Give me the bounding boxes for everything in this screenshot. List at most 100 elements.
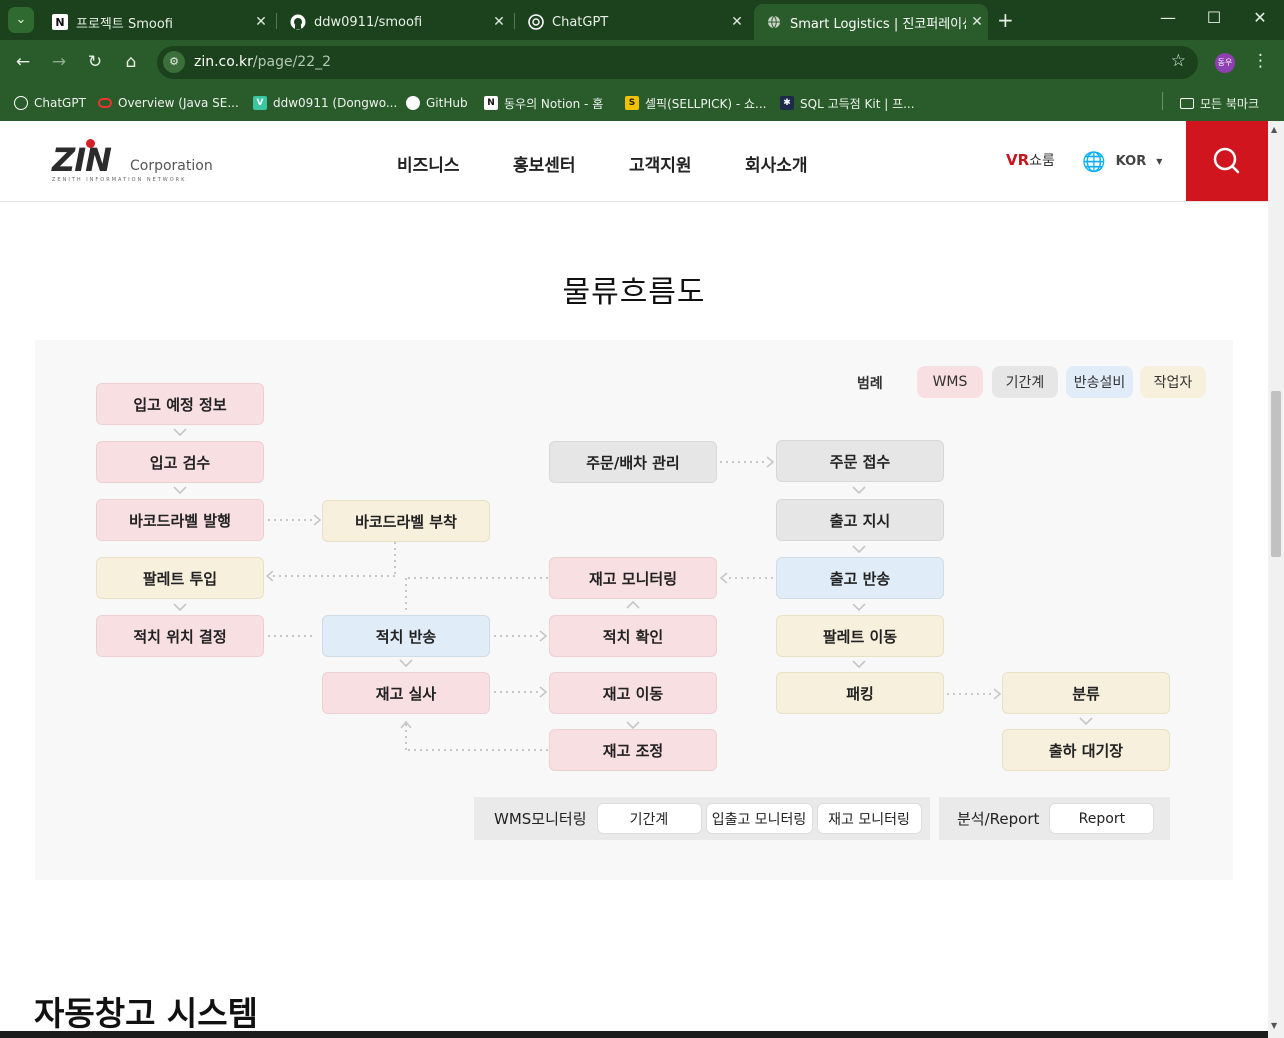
all-bookmarks[interactable]: 모든 북마크 [1180, 93, 1259, 113]
section-title-asrs: 자동창고 시스템 [34, 994, 259, 1033]
node-barcode-attach: 바코드라벨 부착 [322, 500, 490, 542]
web-page: ZIN Corporation ZENITH INFORMATION NETWO… [0, 121, 1268, 1038]
profile-avatar[interactable]: 동우 [1215, 53, 1235, 73]
forward-icon[interactable]: → [48, 52, 70, 72]
legend-title: 범례 [857, 376, 883, 392]
bookmark-star-icon[interactable]: ☆ [1171, 51, 1186, 71]
bookmark-divider [1162, 92, 1163, 110]
github-icon [290, 14, 306, 30]
bookmark-label: GitHub [426, 96, 468, 110]
bookmark-chatgpt[interactable]: ChatGPT [14, 93, 86, 113]
maximize-icon[interactable]: ☐ [1199, 8, 1229, 27]
new-tab-icon[interactable]: + [997, 8, 1014, 32]
vr-logo: VR [1006, 151, 1030, 169]
browser-chrome: ⌄ N 프로젝트 Smoofi ✕ ddw0911/smoofi ✕ ChatG… [0, 0, 1284, 121]
nav-business[interactable]: 비즈니스 [397, 151, 460, 176]
chatgpt-icon [528, 14, 544, 30]
logo-tagline: ZENITH INFORMATION NETWORK [52, 177, 187, 183]
site-info-icon[interactable]: ⚙ [163, 51, 185, 73]
globe-icon: 🌐 [1082, 151, 1106, 173]
tab-divider [514, 13, 515, 29]
url-text: zin.co.kr/page/22_2 [194, 54, 331, 70]
minimize-icon[interactable]: — [1153, 8, 1183, 27]
address-bar[interactable]: ⚙ zin.co.kr/page/22_2 ☆ [157, 46, 1198, 79]
github-icon [406, 96, 420, 110]
inventory-monitoring-button[interactable]: 재고 모니터링 [816, 803, 922, 834]
bookmark-ddw0911[interactable]: Vddw0911 (Dongwo... [253, 93, 397, 113]
scroll-down-icon[interactable]: ▼ [1271, 1021, 1277, 1030]
report-button[interactable]: Report [1049, 803, 1155, 834]
search-button[interactable] [1186, 121, 1268, 201]
report-label: 분석/Report [957, 810, 1040, 828]
sellpick-icon: S [625, 96, 639, 110]
bookmark-github[interactable]: GitHub [406, 93, 468, 113]
tab-chatgpt[interactable]: ChatGPT ✕ [516, 4, 748, 40]
programmers-icon: ✱ [780, 96, 794, 110]
core-system-button[interactable]: 기간계 [596, 803, 702, 834]
node-inventory-adjust: 재고 조정 [549, 729, 717, 771]
bookmark-java-se[interactable]: Overview (Java SE... [98, 93, 239, 113]
search-icon [1213, 147, 1240, 174]
bookmarks-bar: ChatGPT Overview (Java SE... Vddw0911 (D… [0, 85, 1284, 121]
close-tab-icon[interactable]: ✕ [488, 14, 510, 30]
node-inbound-plan: 입고 예정 정보 [96, 383, 264, 425]
tab-strip: ⌄ N 프로젝트 Smoofi ✕ ddw0911/smoofi ✕ ChatG… [0, 0, 1284, 40]
node-barcode-issue: 바코드라벨 발행 [96, 499, 264, 541]
tab-title: 프로젝트 Smoofi [76, 16, 173, 32]
node-location-decision: 적치 위치 결정 [96, 615, 264, 657]
node-outbound-order: 출고 지시 [776, 499, 944, 541]
vr-showroom-link[interactable]: VR쇼룸 [1006, 150, 1055, 170]
node-inbound-inspection: 입고 검수 [96, 441, 264, 483]
node-outbound-transport: 출고 반송 [776, 557, 944, 599]
back-icon[interactable]: ← [12, 52, 34, 72]
notion-icon: N [484, 96, 498, 110]
tab-title: ChatGPT [552, 14, 609, 30]
nav-company[interactable]: 회사소개 [745, 151, 808, 176]
reload-icon[interactable]: ↻ [84, 52, 106, 72]
scroll-up-icon[interactable]: ▲ [1271, 125, 1277, 134]
menu-kebab-icon[interactable]: ⋮ [1252, 51, 1269, 71]
site-header: ZIN Corporation ZENITH INFORMATION NETWO… [0, 121, 1268, 202]
language-selector[interactable]: 🌐 KOR ▼ [1082, 150, 1162, 173]
node-pallet-move: 팔레트 이동 [776, 615, 944, 657]
logistics-flow-diagram: 범례 WMS 기간계 반송설비 작업자 입고 예정 정보 입고 검수 바코드라벨… [35, 340, 1233, 880]
close-tab-icon[interactable]: ✕ [250, 14, 272, 30]
language-label: KOR [1115, 154, 1147, 169]
nav-pr-center[interactable]: 홍보센터 [513, 151, 576, 176]
node-inventory-monitoring: 재고 모니터링 [549, 557, 717, 599]
close-window-icon[interactable]: ✕ [1245, 8, 1275, 27]
scroll-thumb[interactable] [1271, 391, 1281, 557]
io-monitoring-button[interactable]: 입출고 모니터링 [705, 803, 813, 834]
bookmark-label: 동우의 Notion - 홈 [504, 96, 604, 111]
logo-corporation: Corporation [130, 158, 213, 174]
bookmark-label: 모든 북마크 [1200, 96, 1260, 111]
bookmark-label: ddw0911 (Dongwo... [273, 96, 398, 110]
close-tab-icon[interactable]: ✕ [726, 14, 748, 30]
node-putaway-confirm: 적치 확인 [549, 615, 717, 657]
bookmark-notion[interactable]: N 동우의 Notion - 홈 [484, 93, 603, 113]
home-icon[interactable]: ⌂ [120, 52, 142, 72]
tab-github[interactable]: ddw0911/smoofi ✕ [278, 4, 510, 40]
node-shipping-standby: 출하 대기장 [1002, 729, 1170, 771]
nav-support[interactable]: 고객지원 [629, 151, 692, 176]
report-box: 분석/Report Report [939, 797, 1170, 840]
legend-conveyor: 반송설비 [1066, 366, 1133, 398]
bookmark-sql-kit[interactable]: ✱ SQL 고득점 Kit | 프... [780, 93, 915, 113]
bookmark-label: ChatGPT [34, 96, 86, 110]
bookmark-label: SQL 고득점 Kit | 프... [800, 96, 915, 111]
tab-smart-logistics[interactable]: Smart Logistics | 진코퍼레이션 ✕ [754, 4, 988, 40]
site-logo[interactable]: ZIN Corporation ZENITH INFORMATION NETWO… [52, 139, 213, 183]
tab-search-icon[interactable]: ⌄ [8, 7, 34, 33]
node-inventory-audit: 재고 실사 [322, 672, 490, 714]
notion-icon: N [52, 14, 68, 30]
tab-divider [276, 13, 277, 29]
close-tab-icon[interactable]: ✕ [966, 14, 988, 30]
caret-down-icon: ▼ [1156, 157, 1163, 166]
wms-monitoring-box: WMS모니터링 기간계 입출고 모니터링 재고 모니터링 [474, 797, 930, 840]
bookmark-sellpick[interactable]: S 셀픽(SELLPICK) - 쇼... [625, 93, 766, 113]
tab-notion[interactable]: N 프로젝트 Smoofi ✕ [40, 4, 272, 40]
node-inventory-move: 재고 이동 [549, 672, 717, 714]
globe-icon [766, 14, 782, 30]
page-scrollbar[interactable]: ▲ ▼ [1268, 121, 1284, 1038]
node-putaway-transport: 적치 반송 [322, 615, 490, 657]
